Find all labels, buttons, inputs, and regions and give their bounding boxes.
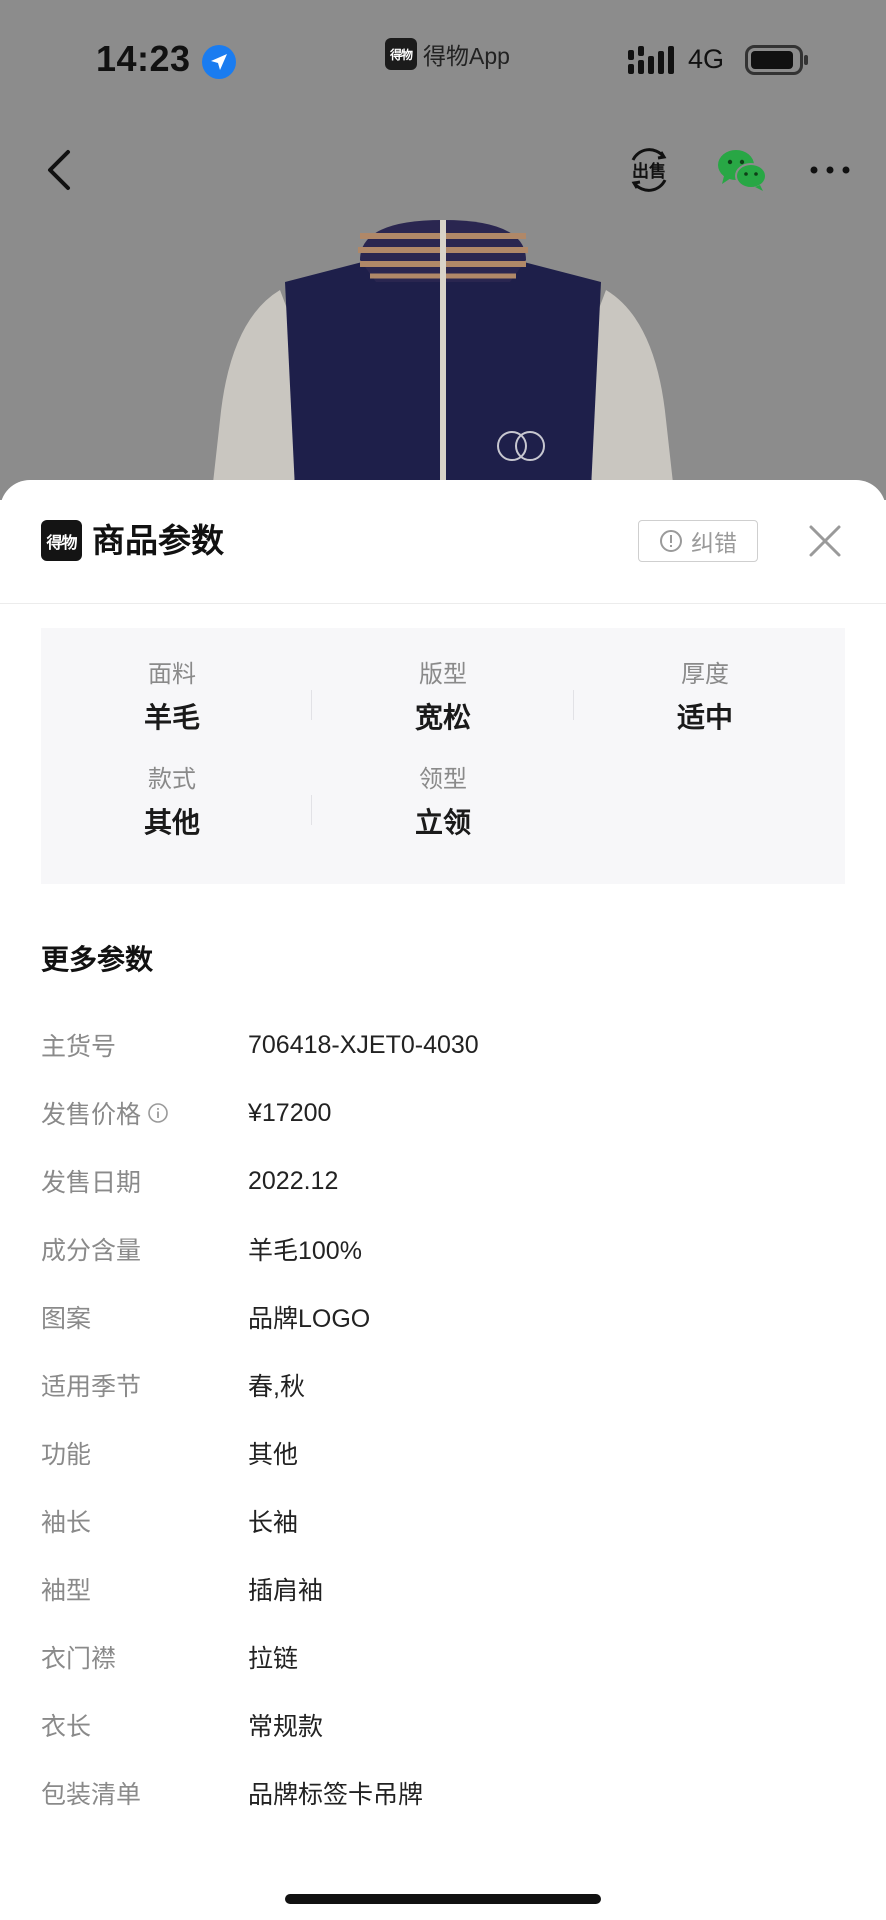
spec-value: 品牌标签卡吊牌 — [248, 1781, 424, 1809]
back-arrow-icon[interactable] — [40, 142, 80, 198]
key-param-value: 适中 — [676, 702, 733, 733]
more-params-list: 主货号 706418-XJET0-4030 发售价格 ¥17200 发售日期 2… — [41, 1011, 845, 1827]
spec-key: 功能 — [41, 1441, 92, 1469]
product-nav-bar: 出售 — [0, 130, 886, 210]
report-error-label: 纠错 — [691, 530, 737, 556]
spec-key: 主货号 — [41, 1033, 117, 1061]
battery-icon — [745, 45, 808, 75]
spec-key: 成分含量 — [41, 1237, 142, 1265]
key-param-label: 款式 — [148, 766, 196, 793]
home-indicator[interactable] — [285, 1894, 601, 1904]
spec-value: 羊毛100% — [248, 1237, 362, 1265]
spec-key: 发售日期 — [41, 1169, 142, 1197]
spec-value: 品牌LOGO — [248, 1305, 371, 1333]
spec-row: 包装清单 品牌标签卡吊牌 — [41, 1759, 845, 1827]
spec-row: 袖长 长袖 — [41, 1487, 845, 1555]
spec-row: 功能 其他 — [41, 1419, 845, 1487]
spec-key: 袖型 — [41, 1577, 92, 1605]
spec-value: 长袖 — [248, 1509, 299, 1537]
key-params-grid: 面料 羊毛 版型 宽松 厚度 适中 款式 其他 领型 立领 — [41, 628, 845, 884]
spec-key: 包装清单 — [41, 1781, 142, 1809]
exclamation-circle-icon — [660, 530, 682, 552]
key-param-label: 领型 — [419, 766, 467, 793]
key-param-fabric: 面料 羊毛 — [41, 660, 303, 736]
spec-row: 成分含量 羊毛100% — [41, 1215, 845, 1283]
dewu-logo-icon: 得物 — [41, 520, 82, 561]
spec-value: 706418-XJET0-4030 — [248, 1030, 479, 1059]
spec-key: 适用季节 — [41, 1373, 142, 1401]
spec-value: 插肩袖 — [248, 1577, 324, 1605]
key-param-label: 厚度 — [681, 661, 729, 688]
key-param-label: 面料 — [148, 661, 196, 688]
spec-value: 拉链 — [248, 1645, 299, 1673]
spec-key: 图案 — [41, 1305, 92, 1333]
product-params-sheet: 得物 商品参数 纠错 面料 羊毛 版型 宽松 厚度 适中 款式 其他 领型 立领… — [0, 480, 886, 1920]
spec-row: 袖型 插肩袖 — [41, 1555, 845, 1623]
wechat-share-icon[interactable] — [716, 146, 768, 194]
product-page-backdrop[interactable]: 14:23 得物 得物App 4G 出售 — [0, 0, 886, 500]
status-bar: 14:23 得物 得物App 4G — [0, 0, 886, 120]
spec-value: ¥17200 — [248, 1098, 332, 1127]
sell-icon[interactable]: 出售 — [625, 146, 673, 194]
spec-row: 衣门襟 拉链 — [41, 1623, 845, 1691]
more-params-title: 更多参数 — [41, 944, 154, 975]
spec-row: 主货号 706418-XJET0-4030 — [41, 1011, 845, 1079]
product-image[interactable] — [210, 220, 676, 500]
key-param-value: 羊毛 — [143, 702, 200, 733]
spec-value: 春,秋 — [248, 1373, 305, 1401]
spec-row: 发售日期 2022.12 — [41, 1147, 845, 1215]
spec-key-text: 发售价格 — [41, 1101, 142, 1129]
spec-row: 发售价格 ¥17200 — [41, 1079, 845, 1147]
spec-value: 常规款 — [248, 1713, 324, 1741]
app-logo-icon: 得物 — [385, 38, 417, 70]
more-options-icon[interactable] — [808, 150, 852, 190]
status-time: 14:23 — [96, 38, 191, 79]
spec-key-with-info: 发售价格 — [41, 1095, 248, 1131]
key-param-value: 其他 — [143, 807, 200, 838]
source-app-name: 得物App — [423, 43, 510, 69]
key-param-fit: 版型 宽松 — [312, 660, 574, 736]
network-type: 4G — [688, 44, 725, 74]
spec-key: 衣长 — [41, 1713, 92, 1741]
key-param-style: 款式 其他 — [41, 765, 303, 841]
spec-value: 其他 — [248, 1441, 299, 1469]
spec-row: 图案 品牌LOGO — [41, 1283, 845, 1351]
signal-strength-icon — [628, 46, 674, 74]
source-app-indicator[interactable]: 得物 得物App — [385, 38, 510, 70]
key-param-collar: 领型 立领 — [312, 765, 574, 841]
spec-row: 衣长 常规款 — [41, 1691, 845, 1759]
key-param-thickness: 厚度 适中 — [574, 660, 836, 736]
report-error-button[interactable]: 纠错 — [638, 520, 758, 562]
location-arrow-icon — [202, 45, 236, 79]
spec-key: 袖长 — [41, 1509, 92, 1537]
key-param-value: 宽松 — [414, 702, 471, 733]
close-icon[interactable] — [806, 522, 844, 560]
key-param-label: 版型 — [419, 661, 467, 688]
spec-value: 2022.12 — [248, 1166, 339, 1195]
svg-text:出售: 出售 — [632, 161, 666, 182]
sheet-header: 得物 商品参数 纠错 — [0, 480, 886, 604]
spec-key: 衣门襟 — [41, 1645, 117, 1673]
sheet-title: 商品参数 — [92, 522, 224, 559]
spec-row: 适用季节 春,秋 — [41, 1351, 845, 1419]
key-param-value: 立领 — [414, 807, 471, 838]
info-icon[interactable] — [147, 1102, 169, 1124]
